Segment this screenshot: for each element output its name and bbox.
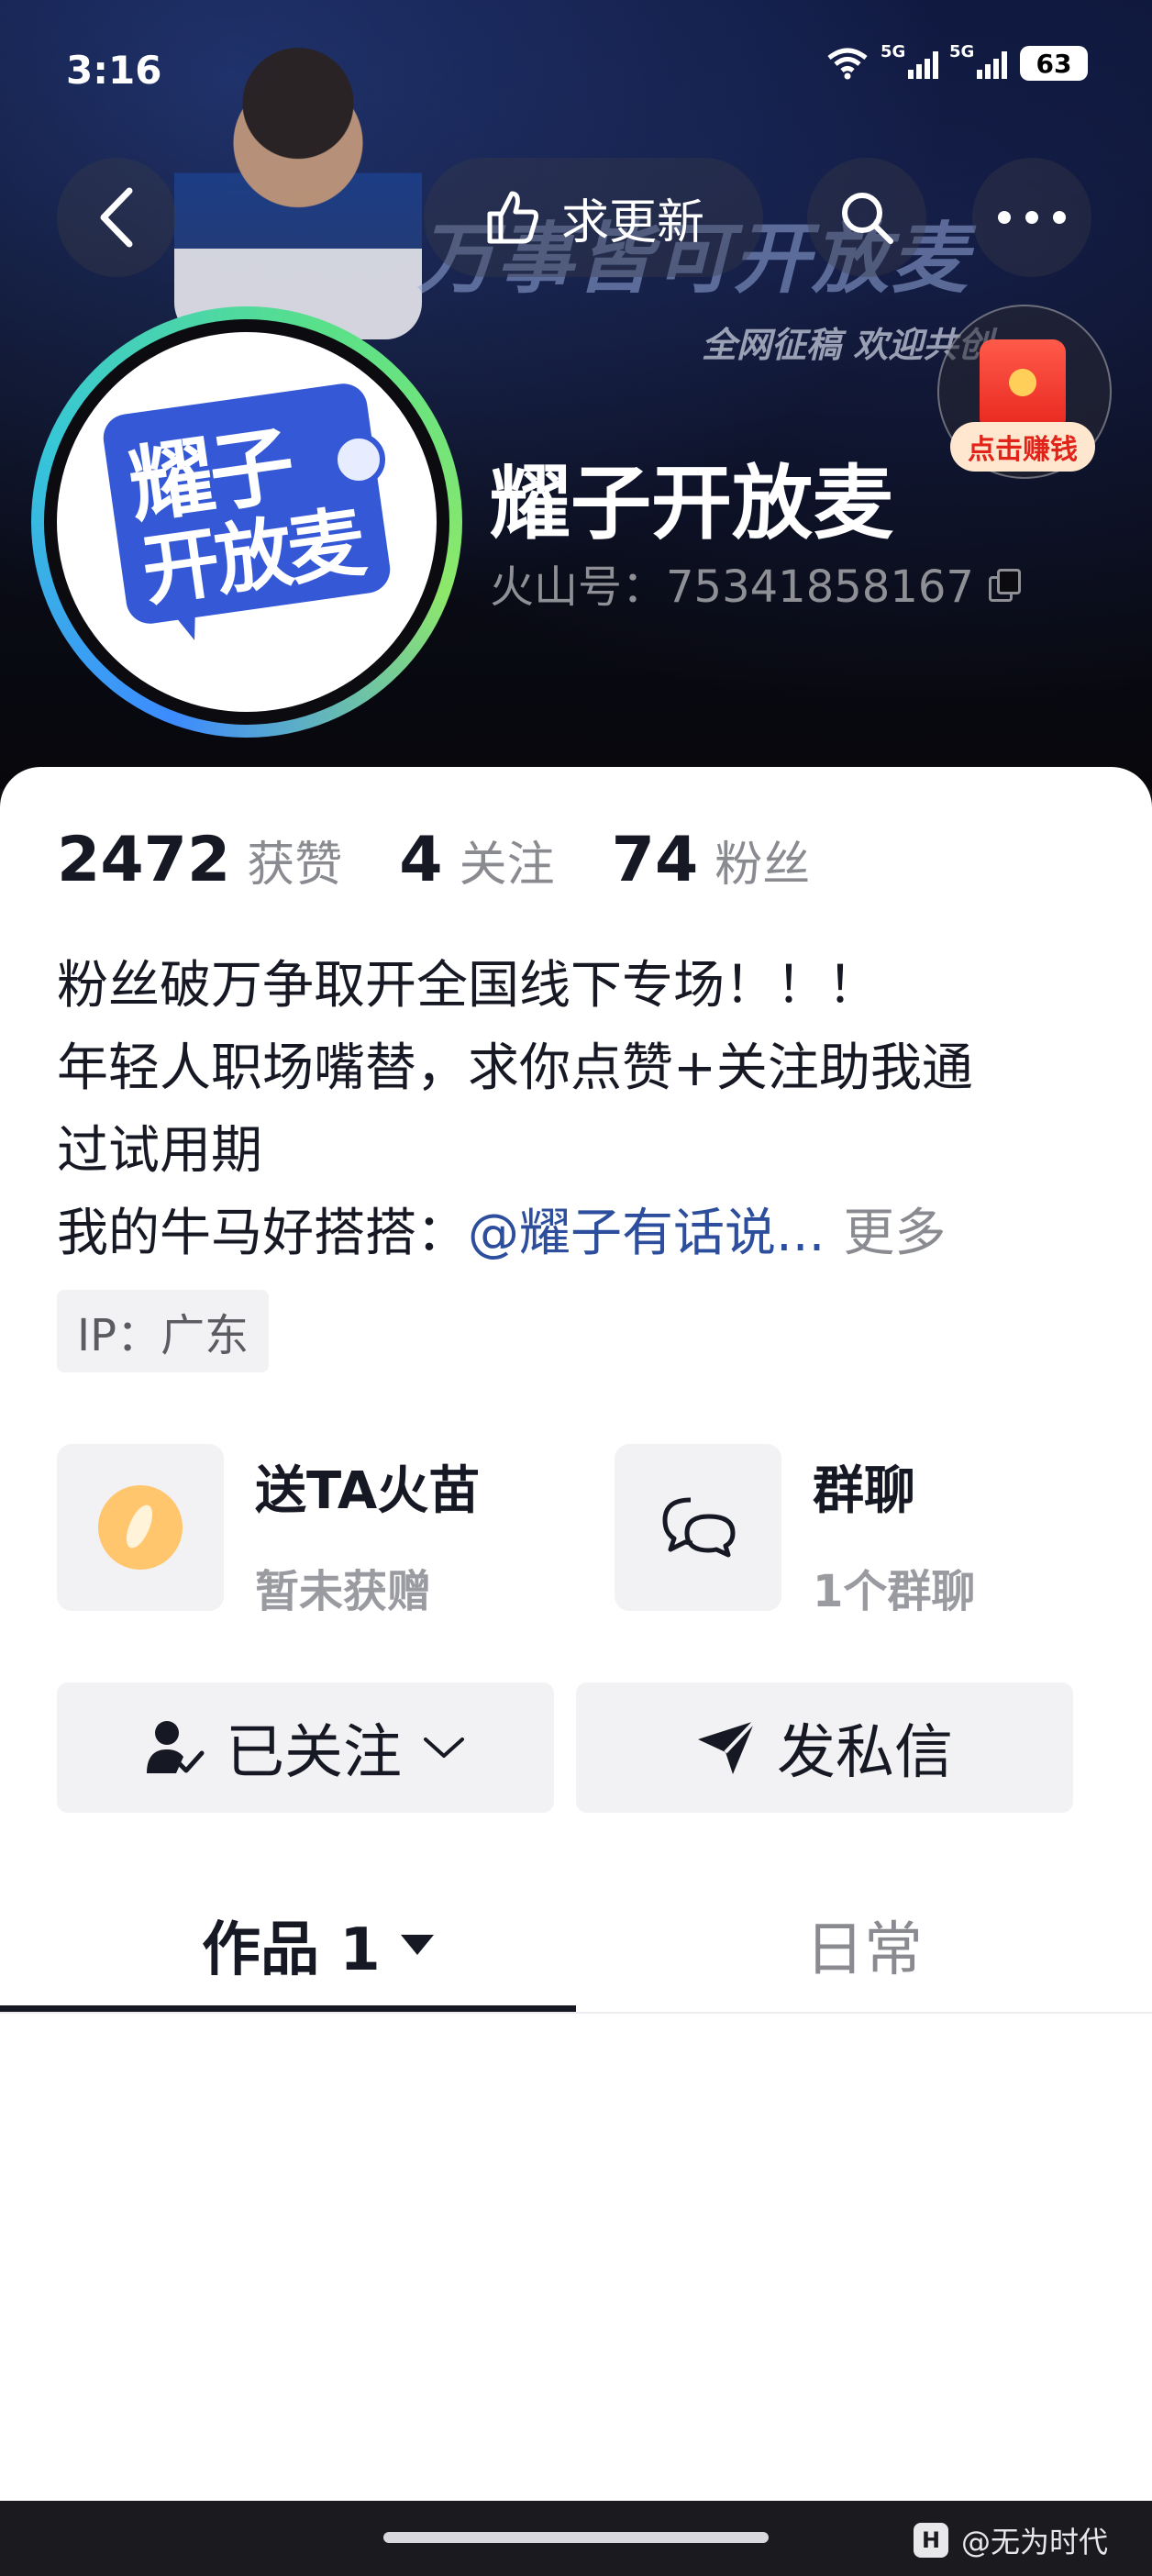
send-message-label: 发私信 (777, 1719, 953, 1787)
ip-location-tag: IP：广东 (57, 1290, 270, 1372)
home-indicator[interactable] (383, 2532, 769, 2543)
followed-button[interactable]: 已关注 (57, 1682, 554, 1813)
more-button[interactable] (972, 158, 1091, 277)
wifi-icon (827, 48, 868, 80)
coin-icon (1009, 369, 1036, 396)
back-button[interactable] (57, 158, 176, 277)
tab-works[interactable]: 作品 1 (202, 1903, 436, 1987)
group-chat-title: 群聊 (813, 1461, 915, 1521)
bio-line: 年轻人职场嘴替，求你点赞+关注助我通 (57, 1038, 973, 1098)
network-type-2: 5G (949, 42, 975, 61)
account-id: 火山号：75341858167 (490, 561, 974, 613)
bio-line: 我的牛马好搭搭：@耀子有话说... 更多 (57, 1193, 1112, 1275)
signal-icon-1: 5G (881, 42, 938, 79)
send-fire-subtitle: 暂未获赠 (255, 1566, 432, 1617)
red-packet-button[interactable]: 点击赚钱 (937, 305, 1112, 479)
copy-icon[interactable] (988, 569, 1021, 602)
bio-more-button[interactable]: 更多 (843, 1204, 946, 1263)
user-check-icon (147, 1721, 205, 1773)
followers-label[interactable]: 粉丝 (714, 826, 810, 894)
status-icons: 5G 5G 63 (825, 42, 1088, 81)
tab-works-label: 作品 1 (202, 1916, 381, 1984)
paper-plane-icon (698, 1719, 757, 1774)
network-type-1: 5G (881, 42, 906, 61)
followed-label: 已关注 (226, 1719, 402, 1787)
bio-line: 过试用期 (57, 1121, 262, 1181)
tab-divider (0, 2012, 1152, 2014)
caret-down-icon (400, 1935, 434, 1955)
send-fire-card[interactable]: 送TA火苗 暂未获赠 (57, 1444, 480, 1619)
watermark-logo: H (914, 2523, 948, 2558)
likes-count[interactable]: 2472 (57, 824, 230, 896)
signal-icon-2: 5G (949, 42, 1007, 79)
search-icon (842, 193, 893, 244)
search-button[interactable] (807, 158, 926, 277)
red-packet-label: 点击赚钱 (950, 422, 1095, 472)
tab-daily[interactable]: 日常 (805, 1903, 923, 1987)
stats-row: 2472 获赞 4 关注 74 粉丝 (57, 824, 867, 896)
followers-count[interactable]: 74 (612, 824, 699, 896)
profile-bio: 粉丝破万争取开全国线下专场！！！ 年轻人职场嘴替，求你点赞+关注助我通 过试用期… (57, 945, 1112, 1275)
microphone-icon (332, 433, 385, 486)
chevron-down-icon (424, 1738, 464, 1758)
chevron-left-icon (100, 187, 133, 248)
flame-coin-icon (98, 1485, 183, 1570)
likes-label[interactable]: 获赞 (247, 826, 342, 894)
banner-person-image (174, 37, 422, 339)
thumbs-up-icon (487, 191, 538, 244)
following-label[interactable]: 关注 (460, 826, 555, 894)
request-update-button[interactable]: 求更新 (424, 158, 763, 277)
account-id-row[interactable]: 火山号：75341858167 (490, 550, 1021, 615)
send-fire-title: 送TA火苗 (255, 1461, 481, 1521)
group-chat-subtitle: 1个群聊 (813, 1566, 976, 1617)
request-update-label: 求更新 (560, 194, 704, 250)
bio-line: 粉丝破万争取开全国线下专场！！！ (57, 956, 879, 1016)
watermark: H @无为时代 (914, 2519, 1108, 2561)
chat-bubbles-icon (662, 1497, 736, 1558)
more-dots-icon (998, 211, 1066, 224)
following-count[interactable]: 4 (399, 824, 442, 896)
bio-prefix: 我的牛马好搭搭： (57, 1204, 468, 1263)
send-message-button[interactable]: 发私信 (576, 1682, 1073, 1813)
battery-indicator: 63 (1020, 46, 1088, 81)
group-chat-card[interactable]: 群聊 1个群聊 (615, 1444, 975, 1619)
bio-mention-link[interactable]: @耀子有话说... (468, 1204, 825, 1263)
avatar[interactable]: 耀子 开放麦 (57, 332, 437, 712)
status-time: 3:16 (66, 48, 162, 93)
watermark-text: @无为时代 (961, 2525, 1109, 2559)
profile-name: 耀子开放麦 (490, 456, 894, 550)
